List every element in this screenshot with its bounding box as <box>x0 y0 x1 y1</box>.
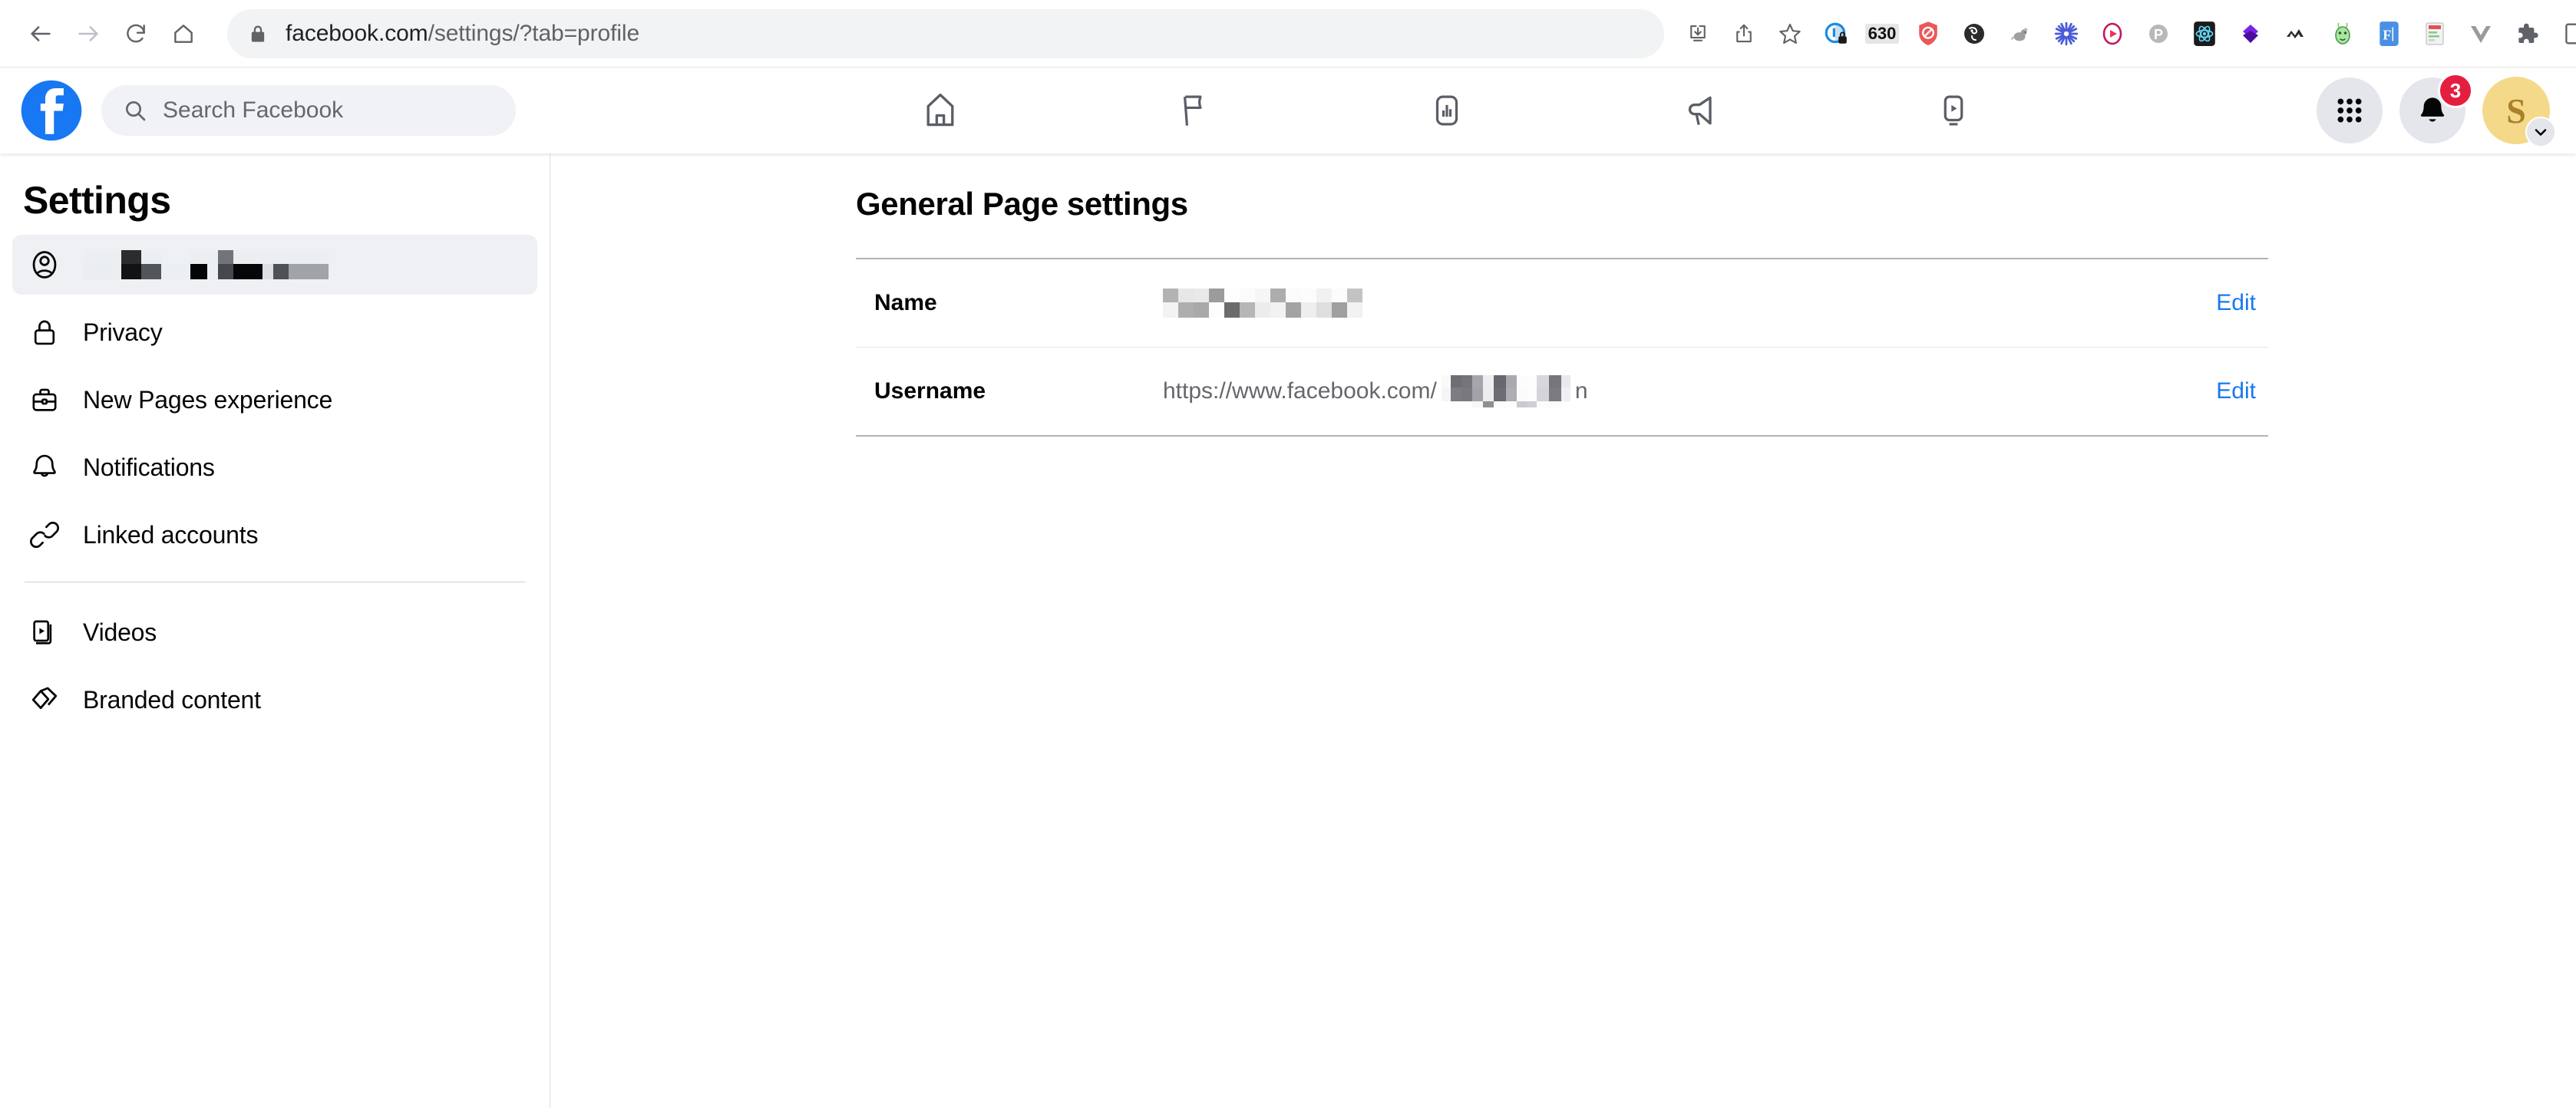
setting-row-name: Name <box>856 259 2268 347</box>
nav-pages[interactable] <box>1151 78 1237 143</box>
apps-grid-button[interactable] <box>2317 77 2383 143</box>
bell-icon <box>26 449 63 486</box>
account-avatar[interactable]: S <box>2482 77 2550 144</box>
link-icon <box>26 516 63 553</box>
sidebar-item-label: Linked accounts <box>83 521 258 549</box>
pocket-extension-icon[interactable]: P <box>2137 12 2180 55</box>
facebook-header: Search Facebook <box>0 68 2576 153</box>
sidebar-item-label: Videos <box>83 618 157 647</box>
facebook-logo-icon[interactable] <box>20 79 83 142</box>
video-icon <box>26 614 63 651</box>
address-bar[interactable]: facebook.com/settings/?tab=profile <box>227 9 1664 58</box>
page-title: Settings <box>0 167 550 235</box>
notifications-badge: 3 <box>2438 73 2473 108</box>
metamask-icon[interactable] <box>2275 12 2318 55</box>
setting-row-username: Username https://www.facebook.com/ <box>856 348 2268 435</box>
lock-icon <box>247 23 269 45</box>
privacy-badger-icon[interactable] <box>1815 12 1858 55</box>
sidebar-nav-primary: Privacy New Pages experience Notific <box>0 235 550 565</box>
sidebar-item-label: New Pages experience <box>83 386 332 414</box>
nav-ads[interactable] <box>1657 78 1743 143</box>
back-button[interactable] <box>17 10 64 58</box>
svg-text:F: F <box>2383 27 2391 42</box>
grammarly-icon[interactable] <box>2321 12 2364 55</box>
url-path: /settings/?tab=profile <box>428 21 639 46</box>
vue-devtools-icon[interactable] <box>2459 12 2502 55</box>
sidebar-item-label: Notifications <box>83 453 215 482</box>
adblock-shield-icon[interactable] <box>1907 12 1950 55</box>
edit-name-link[interactable]: Edit <box>2216 290 2268 316</box>
ghostery-icon[interactable] <box>1953 12 1996 55</box>
search-icon <box>123 98 147 123</box>
diamond-extension-icon[interactable] <box>2229 12 2272 55</box>
sidebar-item-label: Privacy <box>83 318 163 347</box>
figma-extension-icon[interactable]: F <box>2367 12 2410 55</box>
sidebar-item-videos[interactable]: Videos <box>12 602 537 662</box>
notifications-button[interactable]: 3 <box>2399 77 2465 143</box>
browser-toolbar: facebook.com/settings/?tab=profile <box>0 0 2576 68</box>
chevron-down-icon[interactable] <box>2525 117 2556 147</box>
install-app-icon[interactable] <box>1676 12 1719 55</box>
general-settings-table: Name <box>856 258 2268 437</box>
share-icon[interactable] <box>1722 12 1765 55</box>
name-value-redacted <box>1163 289 1362 318</box>
username-url-suffix: n <box>1575 378 1588 404</box>
sidebar-item-privacy[interactable]: Privacy <box>12 302 537 362</box>
reload-button[interactable] <box>112 10 160 58</box>
branded-content-icon <box>26 681 63 718</box>
extension-toolbar: 630 <box>1675 12 2576 55</box>
nav-video[interactable] <box>1911 78 1996 143</box>
search-input[interactable]: Search Facebook <box>101 85 516 136</box>
facebook-primary-nav <box>577 78 2317 143</box>
briefcase-icon <box>26 381 63 418</box>
url-domain: facebook.com <box>286 21 428 46</box>
setting-value <box>1163 289 2216 318</box>
sidebar-item-notifications[interactable]: Notifications <box>12 437 537 497</box>
sidebar-item-label: Branded content <box>83 686 261 714</box>
general-settings-title: General Page settings <box>856 186 2268 258</box>
settings-panel: General Page settings Name <box>856 153 2268 437</box>
session-buddy-icon[interactable]: 630 <box>1861 12 1904 55</box>
username-url-prefix: https://www.facebook.com/ <box>1163 378 1437 404</box>
sidebar-item-page-profile[interactable] <box>12 235 537 295</box>
facebook-account-controls: 3 S <box>2317 77 2550 144</box>
sidebar-item-label-redacted <box>83 250 329 279</box>
sidebar-item-new-pages-experience[interactable]: New Pages experience <box>12 370 537 430</box>
url-text: facebook.com/settings/?tab=profile <box>286 21 639 47</box>
video-download-icon[interactable] <box>2091 12 2134 55</box>
setting-label: Username <box>856 378 1163 404</box>
setting-value: https://www.facebook.com/ <box>1163 375 2216 407</box>
lock-icon <box>26 314 63 351</box>
nav-home[interactable] <box>897 78 983 143</box>
sunburst-extension-icon[interactable] <box>2045 12 2088 55</box>
sidebar-nav-secondary: Videos Branded content <box>0 602 550 730</box>
svg-text:P: P <box>2154 27 2163 42</box>
forward-button[interactable] <box>64 10 112 58</box>
username-value-redacted <box>1442 375 1570 407</box>
bookmark-star-icon[interactable] <box>1769 12 1811 55</box>
sidebar-item-branded-content[interactable]: Branded content <box>12 670 537 730</box>
settings-sidebar: Settings <box>0 153 550 1108</box>
sidebar-item-linked-accounts[interactable]: Linked accounts <box>12 505 537 565</box>
person-circle-icon <box>26 246 63 283</box>
main-content: General Page settings Name <box>550 153 2576 1108</box>
news-feed-eradicator-icon[interactable] <box>2413 12 2456 55</box>
extensions-puzzle-icon[interactable] <box>2505 12 2548 55</box>
sidepanel-icon[interactable] <box>2551 12 2576 55</box>
mouse-extension-icon[interactable] <box>1999 12 2042 55</box>
nav-insights[interactable] <box>1404 78 1490 143</box>
setting-label: Name <box>856 290 1163 316</box>
edit-username-link[interactable]: Edit <box>2216 378 2268 404</box>
home-button[interactable] <box>160 10 207 58</box>
react-devtools-icon[interactable] <box>2183 12 2226 55</box>
search-placeholder: Search Facebook <box>163 97 343 124</box>
table-bottom-divider <box>856 435 2268 437</box>
